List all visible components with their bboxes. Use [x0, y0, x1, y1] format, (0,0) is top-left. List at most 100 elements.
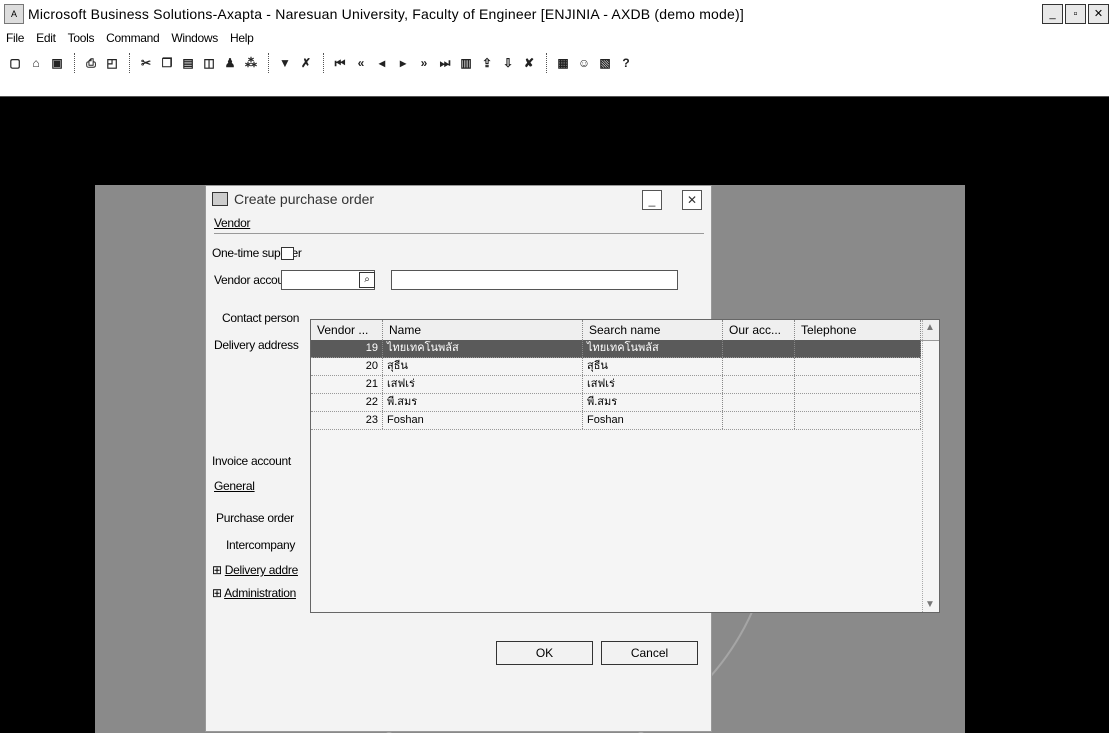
- our-account-cell: [723, 412, 795, 429]
- lookup-icon[interactable]: ⌕: [359, 272, 375, 288]
- next-page-icon[interactable]: »: [415, 54, 433, 72]
- intercompany-label: Intercompany: [226, 538, 296, 552]
- menu-tools[interactable]: Tools: [62, 31, 101, 45]
- menu-help[interactable]: Help: [224, 31, 259, 45]
- maximize-button[interactable]: ▫: [1065, 4, 1086, 24]
- administration-group-label: Administration: [224, 586, 296, 600]
- our-account-cell: [723, 358, 795, 375]
- print-icon[interactable]: ⎙: [82, 54, 100, 72]
- last-record-icon[interactable]: ⏭: [436, 54, 454, 72]
- filter-icon[interactable]: ▼: [276, 54, 294, 72]
- save-icon[interactable]: ▣: [48, 54, 66, 72]
- previous-page-icon[interactable]: «: [352, 54, 370, 72]
- dialog-icon: [212, 192, 228, 206]
- general-group-label[interactable]: General: [214, 479, 255, 493]
- find-next-icon[interactable]: ⁂: [242, 54, 260, 72]
- delete-icon[interactable]: ✘: [520, 54, 538, 72]
- users-icon[interactable]: ☺: [575, 54, 593, 72]
- lookup-scrollbar[interactable]: ▲ ▼: [922, 320, 939, 612]
- column-header-telephone[interactable]: Telephone: [795, 320, 921, 340]
- column-header-our-account[interactable]: Our acc...: [723, 320, 795, 340]
- help-icon[interactable]: ?: [617, 54, 635, 72]
- dialog-title-bar: Create purchase order _ ✕: [206, 186, 711, 212]
- name-cell: สุธีน: [383, 358, 583, 375]
- delivery-address-group-label: Delivery addre: [224, 563, 298, 577]
- table-row[interactable]: 19 ไทยเทคโนพลัส ไทยเทคโนพลัส: [311, 340, 921, 358]
- telephone-cell: [795, 412, 921, 429]
- window-title: Microsoft Business Solutions-Axapta - Na…: [28, 6, 744, 22]
- administration-expander[interactable]: ⊞ Administration: [212, 586, 296, 600]
- find-icon[interactable]: ♟: [221, 54, 239, 72]
- workspace: Create purchase order _ ✕ Vendor One-tim…: [0, 97, 1109, 733]
- menu-bar: File Edit Tools Command Windows Help: [0, 28, 1109, 48]
- import-icon[interactable]: ⇩: [499, 54, 517, 72]
- cut-icon[interactable]: ✂: [137, 54, 155, 72]
- our-account-cell: [723, 340, 795, 357]
- cancel-button[interactable]: Cancel: [601, 641, 698, 665]
- menu-edit[interactable]: Edit: [30, 31, 61, 45]
- report-icon[interactable]: ▦: [554, 54, 572, 72]
- search-name-cell: เสฟเร่: [583, 376, 723, 393]
- ok-button[interactable]: OK: [496, 641, 593, 665]
- toolbar-separator: [268, 53, 271, 73]
- toolbar-separator: [129, 53, 132, 73]
- vendor-group-line: [214, 233, 704, 234]
- menu-file[interactable]: File: [0, 31, 30, 45]
- name-cell: ไทยเทคโนพลัส: [383, 340, 583, 357]
- menu-command[interactable]: Command: [100, 31, 165, 45]
- menu-windows[interactable]: Windows: [165, 31, 224, 45]
- column-header-search-name[interactable]: Search name: [583, 320, 723, 340]
- minimize-button[interactable]: _: [1042, 4, 1063, 24]
- toolbar: ▢ ⌂ ▣ ⎙ ◰ ✂ ❐ ▤ ◫ ♟ ⁂ ▼ ✗ ⏮ « ◂ ▸ » ⏭ ▥ …: [0, 48, 1109, 97]
- delivery-address-label: Delivery address: [214, 338, 299, 352]
- invoice-account-label: Invoice account: [212, 454, 291, 468]
- table-row[interactable]: 22 พี.สมร พี.สมร: [311, 394, 921, 412]
- scroll-up-icon[interactable]: ▲: [925, 322, 935, 333]
- column-header-vendor[interactable]: Vendor ...: [311, 320, 383, 340]
- next-record-icon[interactable]: ▸: [394, 54, 412, 72]
- vendor-group-label[interactable]: Vendor: [214, 216, 251, 230]
- search-name-cell: Foshan: [583, 412, 723, 429]
- our-account-cell: [723, 394, 795, 411]
- open-icon[interactable]: ⌂: [27, 54, 45, 72]
- vendor-name-field: [391, 270, 678, 290]
- lookup-body: 19 ไทยเทคโนพลัส ไทยเทคโนพลัส 20 สุธีน สุ…: [311, 340, 921, 430]
- delivery-address-expander[interactable]: ⊞ Delivery addre: [212, 563, 298, 577]
- chart-icon[interactable]: ◫: [200, 54, 218, 72]
- table-row[interactable]: 23 Foshan Foshan: [311, 412, 921, 430]
- name-cell: เสฟเร่: [383, 376, 583, 393]
- paste-icon[interactable]: ▤: [179, 54, 197, 72]
- previous-record-icon[interactable]: ◂: [373, 54, 391, 72]
- table-row[interactable]: 21 เสฟเร่ เสฟเร่: [311, 376, 921, 394]
- telephone-cell: [795, 340, 921, 357]
- print-preview-icon[interactable]: ◰: [103, 54, 121, 72]
- remove-filter-icon[interactable]: ✗: [297, 54, 315, 72]
- one-time-supplier-checkbox[interactable]: [281, 247, 294, 260]
- dialog-minimize-button[interactable]: _: [642, 190, 662, 210]
- our-account-cell: [723, 376, 795, 393]
- search-name-cell: ไทยเทคโนพลัส: [583, 340, 723, 357]
- name-cell: Foshan: [383, 412, 583, 429]
- copy-icon[interactable]: ❐: [158, 54, 176, 72]
- toolbar-separator: [546, 53, 549, 73]
- close-button[interactable]: ✕: [1088, 4, 1109, 24]
- scroll-down-icon[interactable]: ▼: [925, 599, 935, 610]
- toolbar-separator: [323, 53, 326, 73]
- telephone-cell: [795, 394, 921, 411]
- dialog-close-button[interactable]: ✕: [682, 190, 702, 210]
- vendor-cell: 20: [311, 358, 383, 375]
- document-icon[interactable]: ▥: [457, 54, 475, 72]
- table-row[interactable]: 20 สุธีน สุธีน: [311, 358, 921, 376]
- vendor-cell: 21: [311, 376, 383, 393]
- properties-icon[interactable]: ▧: [596, 54, 614, 72]
- telephone-cell: [795, 376, 921, 393]
- new-icon[interactable]: ▢: [6, 54, 24, 72]
- export-icon[interactable]: ⇪: [478, 54, 496, 72]
- vendor-cell: 22: [311, 394, 383, 411]
- toolbar-separator: [74, 53, 77, 73]
- column-header-name[interactable]: Name: [383, 320, 583, 340]
- first-record-icon[interactable]: ⏮: [331, 54, 349, 72]
- search-name-cell: พี.สมร: [583, 394, 723, 411]
- lookup-header: Vendor ... Name Search name Our acc... T…: [311, 320, 939, 341]
- dialog-title: Create purchase order: [234, 191, 375, 207]
